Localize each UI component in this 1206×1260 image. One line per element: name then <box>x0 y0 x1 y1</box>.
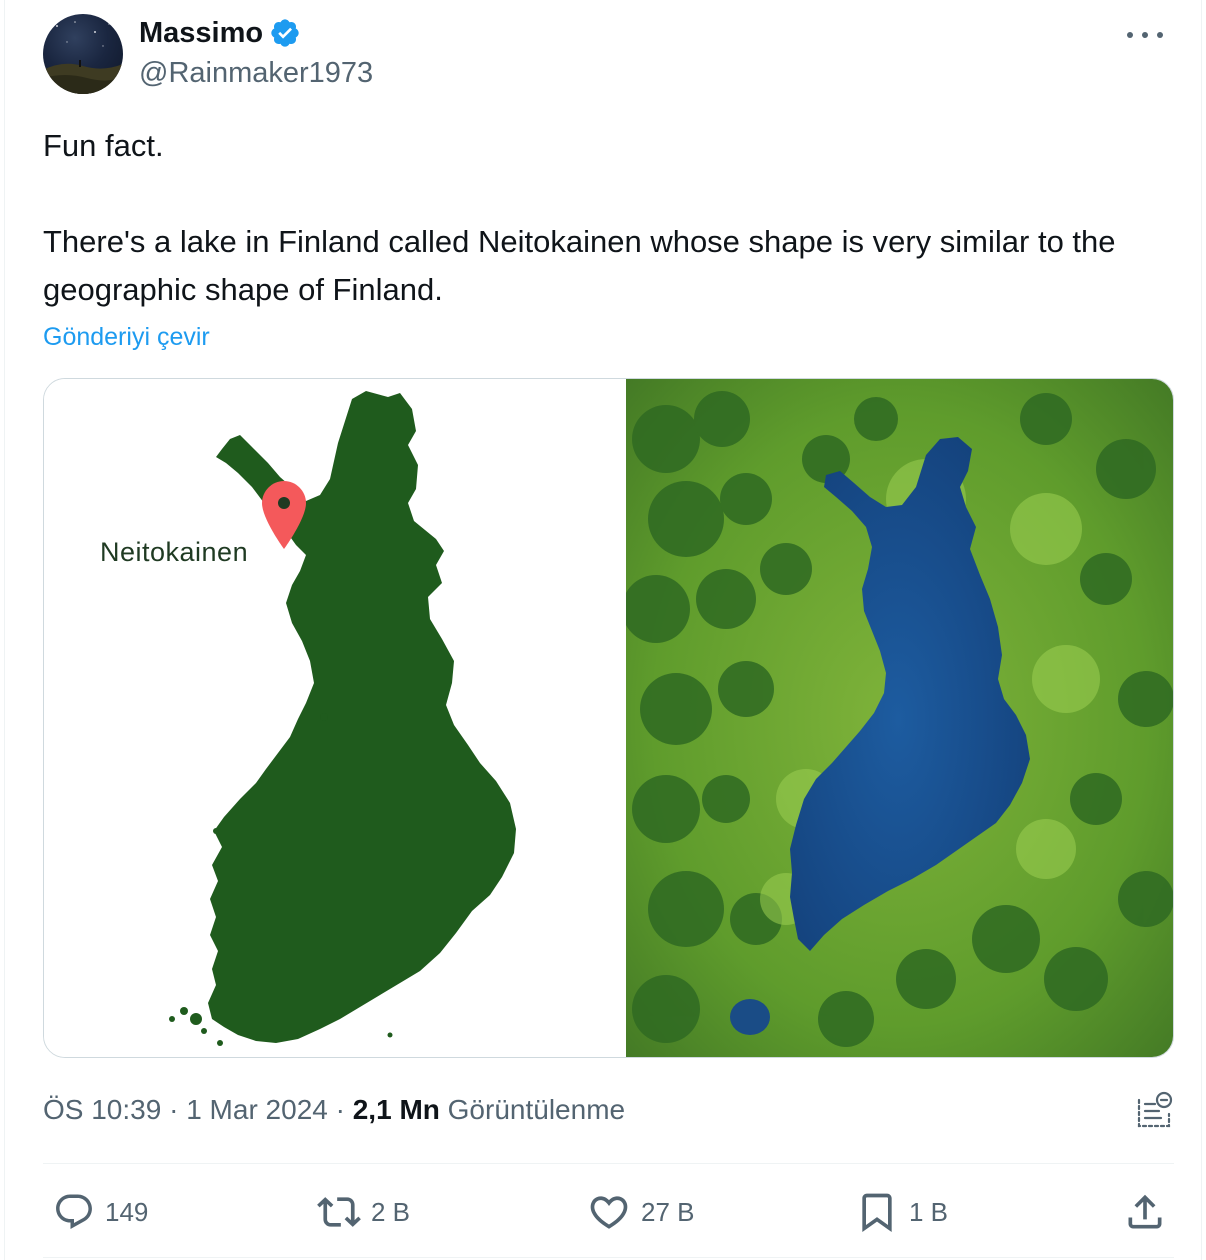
translate-link[interactable]: Gönderiyi çevir <box>43 320 210 354</box>
analytics-icon[interactable] <box>1135 1090 1173 1130</box>
tweet-text-line2: There's a lake in Finland called Neitoka… <box>43 224 1116 307</box>
more-dot-icon <box>1157 32 1163 38</box>
lake-aerial-photo <box>622 379 1173 1057</box>
views-label: Görüntülenme <box>447 1094 626 1125</box>
tweet-media[interactable]: Neitokainen <box>43 378 1174 1058</box>
finland-map-graphic <box>169 391 516 1046</box>
share-icon <box>1128 1194 1162 1229</box>
more-options-button[interactable] <box>1127 22 1163 48</box>
divider <box>43 1257 1174 1258</box>
map-label: Neitokainen <box>100 537 249 567</box>
reply-button[interactable]: 149 <box>53 1186 148 1238</box>
tweet-card: Massimo @Rainmaker1973 Fun fact. There's… <box>4 0 1202 1260</box>
avatar[interactable] <box>43 14 123 94</box>
action-bar: 149 2 B 27 B 1 B <box>43 1186 1174 1238</box>
divider <box>43 1163 1174 1164</box>
repost-count: 2 B <box>371 1196 411 1227</box>
meta-separator: · <box>169 1094 187 1125</box>
like-count: 27 B <box>641 1196 695 1227</box>
bookmark-button[interactable]: 1 B <box>855 1186 948 1238</box>
tweet-meta: ÖS 10:39 · 1 Mar 2024 · 2,1 Mn Görüntüle… <box>43 1092 625 1128</box>
like-button[interactable]: 27 B <box>587 1186 695 1238</box>
reply-icon <box>56 1194 92 1229</box>
verified-badge-icon <box>269 17 301 49</box>
share-button[interactable] <box>1123 1186 1167 1238</box>
author-name-row[interactable]: Massimo <box>139 16 301 50</box>
heart-icon <box>590 1196 628 1229</box>
bookmark-icon <box>862 1193 892 1233</box>
repost-button[interactable]: 2 B <box>317 1186 410 1238</box>
tweet-date[interactable]: 1 Mar 2024 <box>186 1094 328 1125</box>
reply-count: 149 <box>105 1196 149 1227</box>
bookmark-count: 1 B <box>909 1196 949 1227</box>
more-dot-icon <box>1127 32 1133 38</box>
repost-icon <box>317 1197 361 1227</box>
finland-map-image: Neitokainen <box>44 379 626 1057</box>
tweet-text-line1: Fun fact. <box>43 128 164 163</box>
tweet-time[interactable]: ÖS 10:39 <box>43 1094 161 1125</box>
views-count: 2,1 Mn <box>352 1094 440 1125</box>
author-handle[interactable]: @Rainmaker1973 <box>139 56 373 90</box>
more-dot-icon <box>1142 32 1148 38</box>
meta-separator: · <box>335 1094 353 1125</box>
author-name[interactable]: Massimo <box>139 16 263 50</box>
